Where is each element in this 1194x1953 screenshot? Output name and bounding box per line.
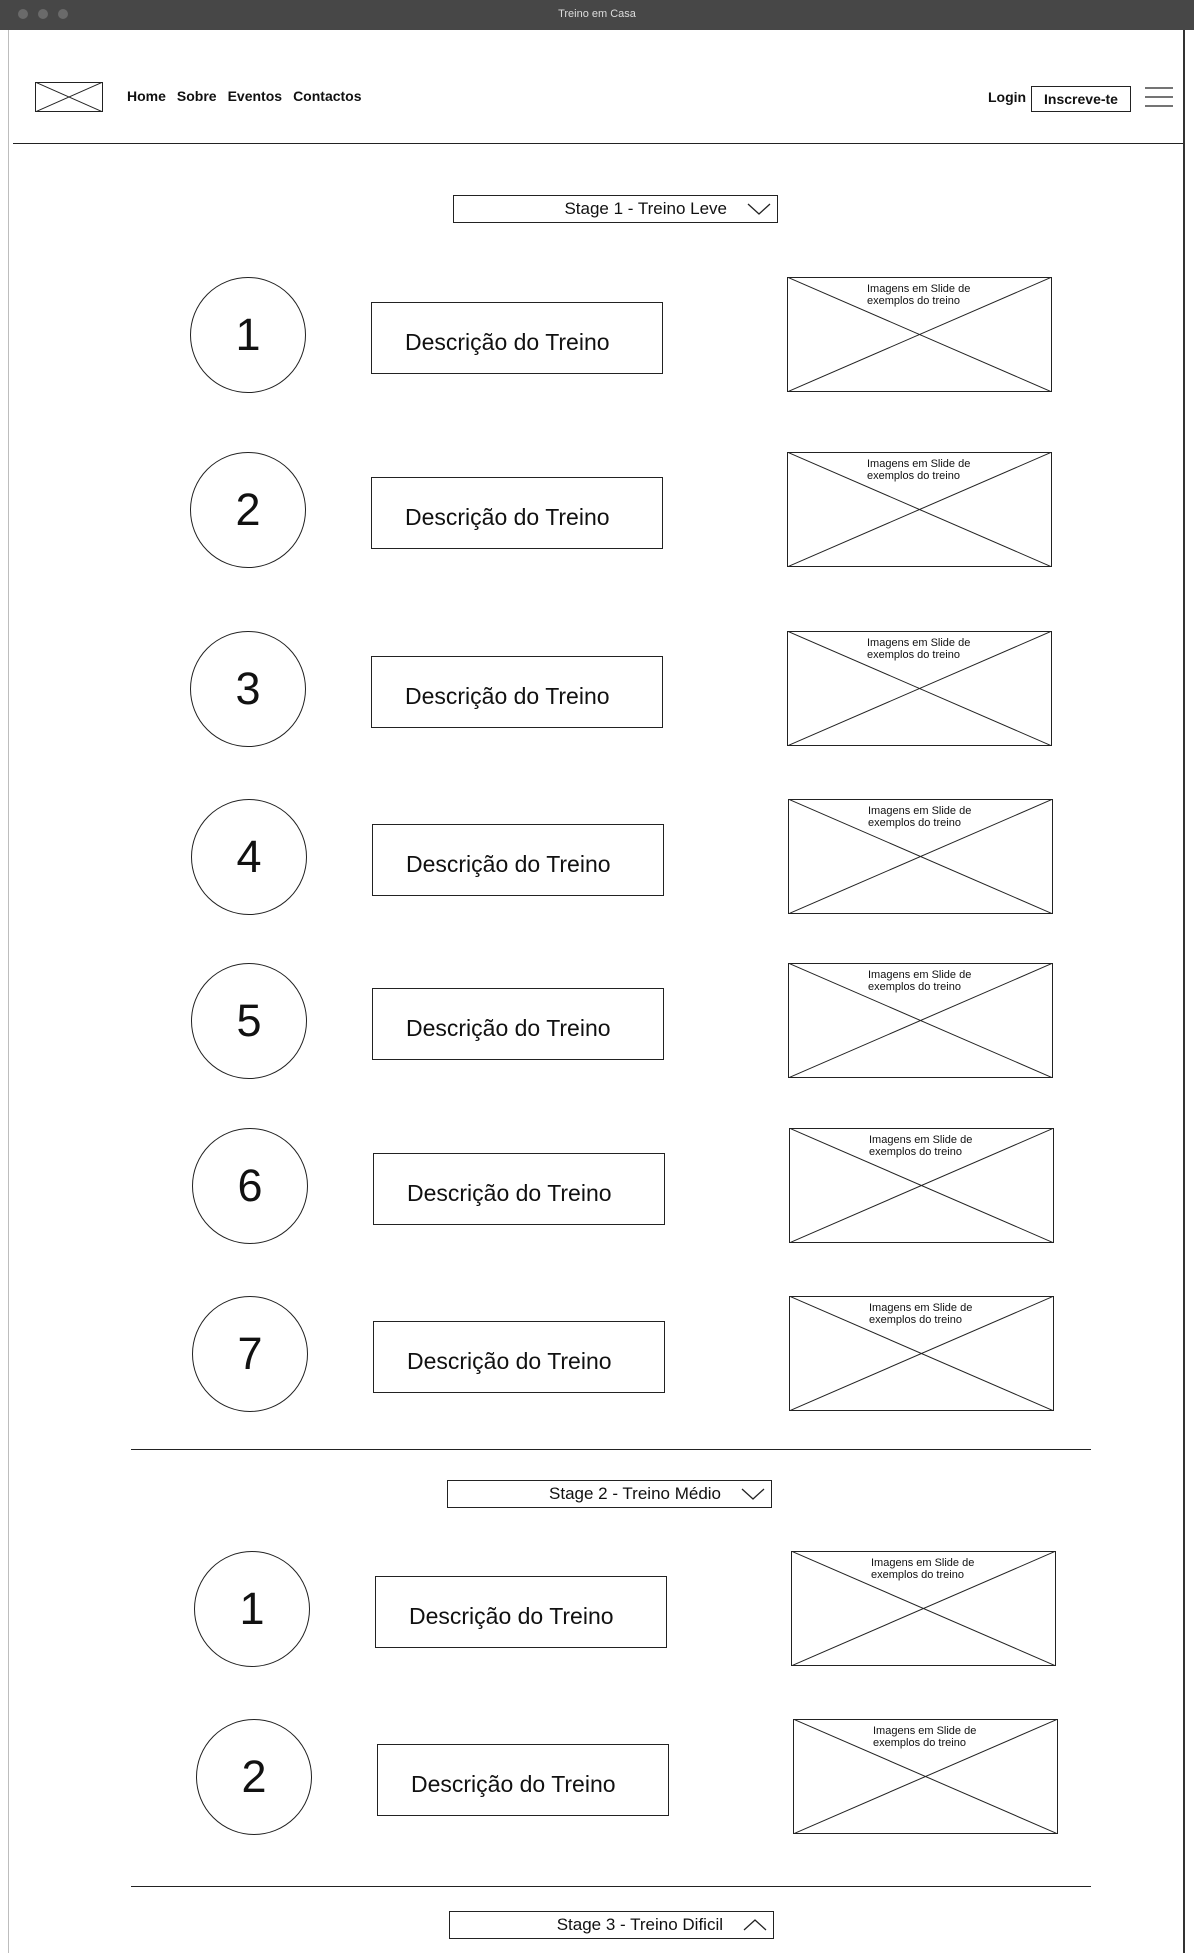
image-caption: Imagens em Slide de exemplos do treino [867, 458, 971, 482]
chevron-down-icon[interactable] [747, 201, 771, 217]
image-slide-placeholder[interactable]: Imagens em Slide de exemplos do treino [787, 452, 1052, 567]
stage-select-label: Stage 1 - Treino Leve [564, 199, 727, 218]
top-navigation: Home Sobre Eventos Contactos Login Inscr… [0, 30, 1194, 145]
image-caption-line-2: exemplos do treino [867, 470, 960, 482]
image-slide-placeholder[interactable]: Imagens em Slide de exemplos do treino [787, 277, 1052, 392]
image-slide-placeholder[interactable]: Imagens em Slide de exemplos do treino [787, 631, 1052, 746]
training-description-box[interactable]: Descrição do Treino [371, 477, 663, 549]
image-slide-placeholder[interactable]: Imagens em Slide de exemplos do treino [789, 1296, 1054, 1411]
image-caption: Imagens em Slide de exemplos do treino [868, 969, 972, 993]
window-title: Treino em Casa [558, 8, 636, 20]
stage-divider [131, 1886, 1091, 1887]
stage-select-label: Stage 3 - Treino Dificil [556, 1915, 723, 1934]
training-description-box[interactable]: Descrição do Treino [372, 988, 664, 1060]
training-description-box[interactable]: Descrição do Treino [375, 1576, 667, 1648]
frame-border-left [8, 30, 9, 1953]
training-description-box[interactable]: Descrição do Treino [372, 824, 664, 896]
image-slide-placeholder[interactable]: Imagens em Slide de exemplos do treino [791, 1551, 1056, 1666]
nav-link-home[interactable]: Home [127, 88, 166, 104]
image-caption-line-2: exemplos do treino [867, 649, 960, 661]
image-caption-line-1: Imagens em Slide de [868, 969, 972, 981]
image-caption: Imagens em Slide de exemplos do treino [871, 1557, 975, 1581]
image-caption-line-1: Imagens em Slide de [873, 1725, 977, 1737]
image-caption: Imagens em Slide de exemplos do treino [868, 805, 972, 829]
chevron-down-icon[interactable] [741, 1486, 765, 1502]
image-slide-placeholder[interactable]: Imagens em Slide de exemplos do treino [793, 1719, 1058, 1834]
image-caption-line-2: exemplos do treino [873, 1737, 966, 1749]
image-caption-line-1: Imagens em Slide de [869, 1302, 973, 1314]
image-caption-line-2: exemplos do treino [868, 981, 961, 993]
image-caption-line-1: Imagens em Slide de [867, 637, 971, 649]
stage-2-select[interactable]: Stage 2 - Treino Médio [447, 1480, 772, 1508]
image-slide-placeholder[interactable]: Imagens em Slide de exemplos do treino [788, 963, 1053, 1078]
nav-link-contactos[interactable]: Contactos [293, 88, 361, 104]
step-number-badge: 5 [191, 963, 307, 1079]
chevron-up-icon[interactable] [743, 1917, 767, 1933]
nav-link-sobre[interactable]: Sobre [177, 88, 217, 104]
image-caption-line-2: exemplos do treino [867, 295, 960, 307]
image-caption: Imagens em Slide de exemplos do treino [869, 1302, 973, 1326]
step-number-badge: 1 [194, 1551, 310, 1667]
image-caption: Imagens em Slide de exemplos do treino [867, 283, 971, 307]
step-number-badge: 6 [192, 1128, 308, 1244]
image-slide-placeholder[interactable]: Imagens em Slide de exemplos do treino [788, 799, 1053, 914]
nav-link-eventos[interactable]: Eventos [228, 88, 282, 104]
step-number-badge: 1 [190, 277, 306, 393]
step-number-badge: 3 [190, 631, 306, 747]
training-description-box[interactable]: Descrição do Treino [373, 1153, 665, 1225]
image-caption: Imagens em Slide de exemplos do treino [869, 1134, 973, 1158]
signup-button[interactable]: Inscreve-te [1031, 86, 1131, 112]
step-number-badge: 2 [190, 452, 306, 568]
hamburger-menu-icon[interactable] [1145, 85, 1173, 109]
image-caption-line-1: Imagens em Slide de [871, 1557, 975, 1569]
step-number-badge: 4 [191, 799, 307, 915]
stage-3-select[interactable]: Stage 3 - Treino Dificil [449, 1911, 774, 1939]
window-titlebar: Treino em Casa [0, 0, 1194, 30]
image-caption: Imagens em Slide de exemplos do treino [867, 637, 971, 661]
logo-placeholder-icon[interactable] [35, 82, 103, 112]
image-caption-line-2: exemplos do treino [869, 1146, 962, 1158]
image-caption-line-1: Imagens em Slide de [867, 283, 971, 295]
image-caption-line-1: Imagens em Slide de [869, 1134, 973, 1146]
training-description-box[interactable]: Descrição do Treino [373, 1321, 665, 1393]
training-description-box[interactable]: Descrição do Treino [377, 1744, 669, 1816]
frame-border-right [1183, 30, 1185, 1953]
image-caption-line-1: Imagens em Slide de [868, 805, 972, 817]
step-number-badge: 7 [192, 1296, 308, 1412]
training-description-box[interactable]: Descrição do Treino [371, 302, 663, 374]
nav-links: Home Sobre Eventos Contactos [127, 88, 362, 104]
login-link[interactable]: Login [988, 89, 1026, 105]
nav-divider [13, 143, 1183, 144]
stage-divider [131, 1449, 1091, 1450]
training-description-box[interactable]: Descrição do Treino [371, 656, 663, 728]
stage-select-label: Stage 2 - Treino Médio [549, 1484, 721, 1503]
image-caption: Imagens em Slide de exemplos do treino [873, 1725, 977, 1749]
image-caption-line-2: exemplos do treino [869, 1314, 962, 1326]
stage-1-select[interactable]: Stage 1 - Treino Leve [453, 195, 778, 223]
image-caption-line-1: Imagens em Slide de [867, 458, 971, 470]
image-caption-line-2: exemplos do treino [871, 1569, 964, 1581]
step-number-badge: 2 [196, 1719, 312, 1835]
image-caption-line-2: exemplos do treino [868, 817, 961, 829]
image-slide-placeholder[interactable]: Imagens em Slide de exemplos do treino [789, 1128, 1054, 1243]
